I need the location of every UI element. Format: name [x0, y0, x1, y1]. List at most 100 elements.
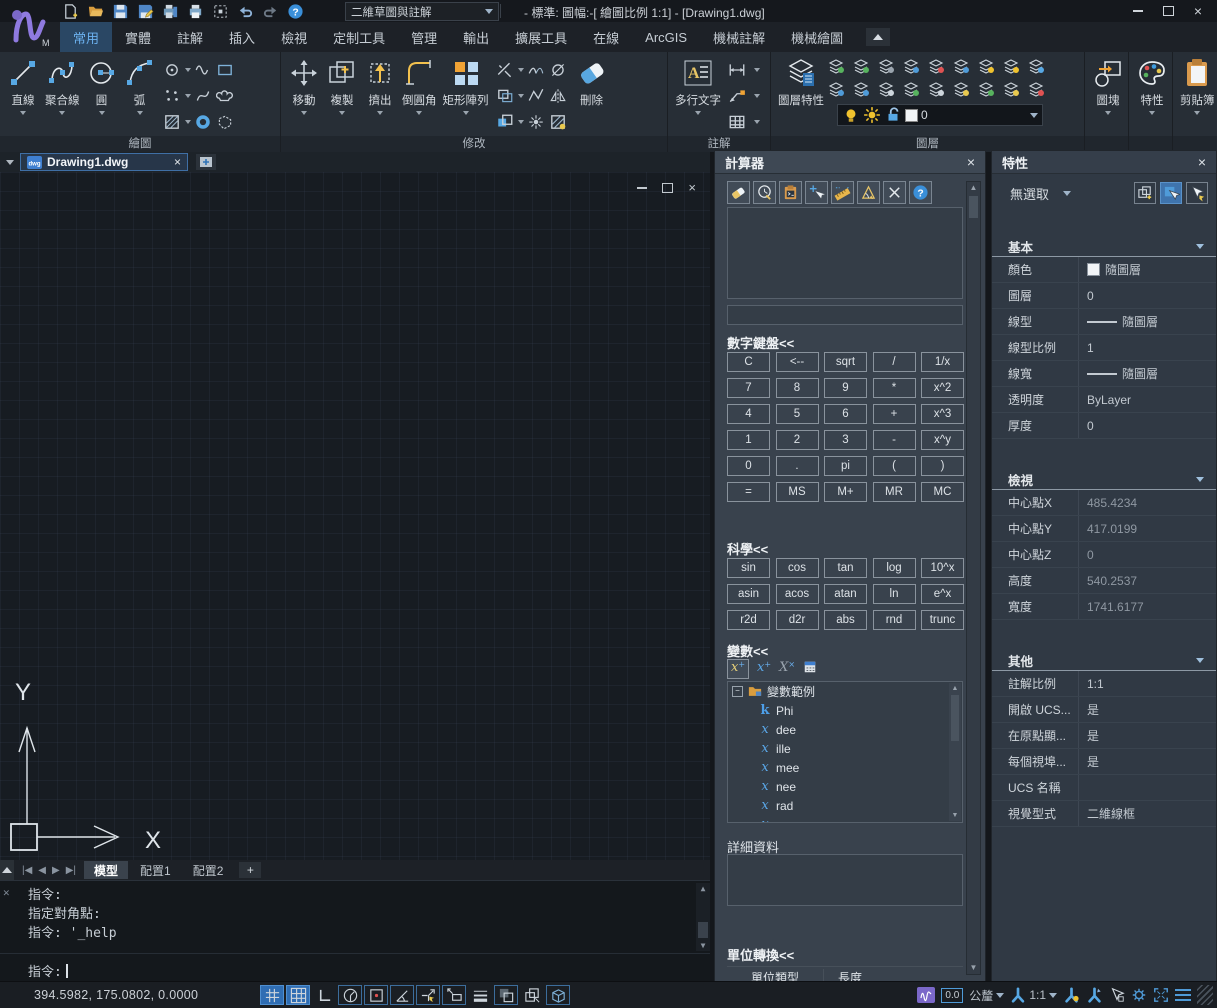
doc-minimize-icon[interactable] — [637, 187, 647, 189]
property-value[interactable]: 是 — [1078, 749, 1216, 774]
scientific-key[interactable]: 10^x — [921, 558, 964, 578]
numpad-key[interactable]: MR — [873, 482, 916, 502]
property-row[interactable]: 線型隨圖層 — [992, 309, 1216, 335]
app-logo-icon[interactable]: M — [6, 2, 54, 50]
distance-icon[interactable] — [831, 181, 854, 204]
annotation-autoscale-icon[interactable] — [1086, 987, 1103, 1003]
selection-cycling-icon[interactable] — [520, 985, 544, 1005]
stretch-button[interactable]: 擠出 — [361, 55, 399, 133]
property-row[interactable]: 寬度1741.6177 — [992, 594, 1216, 620]
scientific-key[interactable]: rnd — [873, 610, 916, 630]
revision-wave-icon[interactable] — [194, 61, 212, 79]
quick-properties-icon[interactable] — [1109, 987, 1125, 1003]
variables-header[interactable]: 變數<< — [727, 641, 768, 660]
help-icon[interactable]: ? — [287, 3, 304, 19]
numpad-key[interactable]: 7 — [727, 378, 770, 398]
variable-row[interactable]: xvee — [728, 815, 962, 823]
variable-row[interactable]: xmee — [728, 758, 962, 777]
section-header[interactable]: 檢視 — [992, 469, 1216, 490]
layer-tool-icon[interactable] — [1027, 57, 1045, 75]
chevron-down-icon[interactable] — [185, 68, 191, 72]
numpad-key[interactable]: 9 — [824, 378, 867, 398]
chevron-down-icon[interactable] — [518, 68, 524, 72]
block-button[interactable]: 圖塊 — [1089, 55, 1127, 133]
revcloud-icon[interactable] — [216, 87, 234, 105]
numpad-key[interactable]: 3 — [824, 430, 867, 450]
numpad-key[interactable]: . — [776, 456, 819, 476]
scientific-key[interactable]: acos — [776, 584, 819, 604]
fullscreen-icon[interactable] — [1153, 987, 1169, 1003]
numpad-key[interactable]: 0 — [727, 456, 770, 476]
rectangle-icon[interactable] — [216, 61, 234, 79]
property-row[interactable]: 視覺型式二維線框 — [992, 801, 1216, 827]
numpad-key[interactable]: + — [873, 404, 916, 424]
copy-button[interactable]: 複製 — [323, 55, 361, 133]
move-button[interactable]: 移動 — [285, 55, 323, 133]
annotation-visibility-icon[interactable] — [1063, 987, 1080, 1003]
leader-icon[interactable] — [728, 87, 746, 105]
property-value[interactable]: 隨圖層 — [1078, 361, 1216, 386]
section-header[interactable]: 基本 — [992, 236, 1216, 257]
erase-button[interactable]: 刪除 — [573, 55, 611, 133]
chevron-down-icon[interactable] — [754, 68, 760, 72]
delete-variable-icon[interactable]: X× — [779, 660, 795, 678]
layer-tool-icon[interactable] — [827, 80, 845, 98]
copy-nested-icon[interactable] — [496, 113, 514, 131]
line-button[interactable]: 直線 — [4, 55, 42, 133]
layout-nav[interactable]: |◀◀▶▶| — [22, 865, 76, 876]
workspace-selector[interactable]: 二維草圖與註解 — [345, 2, 499, 21]
print-icon[interactable] — [187, 3, 204, 19]
properties-button[interactable]: 特性 — [1133, 55, 1171, 133]
arc-button[interactable]: 弧 — [121, 55, 159, 133]
mtext-button[interactable]: A多行文字 — [672, 55, 724, 133]
history-icon[interactable] — [753, 181, 776, 204]
numpad-key[interactable]: pi — [824, 456, 867, 476]
collapse-ribbon-icon[interactable] — [866, 28, 890, 46]
table-icon[interactable] — [728, 113, 746, 131]
numpad-key[interactable]: MS — [776, 482, 819, 502]
trim-icon[interactable] — [496, 61, 514, 79]
property-row[interactable]: 每個視埠...是 — [992, 749, 1216, 775]
fillet-button[interactable]: 倒圓角 — [399, 55, 440, 133]
numpad-key[interactable]: sqrt — [824, 352, 867, 372]
delete-duplicate-icon[interactable] — [549, 61, 567, 79]
variable-folder-row[interactable]: −變數範例 — [728, 682, 962, 701]
scientific-key[interactable]: sin — [727, 558, 770, 578]
layer-dropdown[interactable]: 0 — [837, 104, 1043, 126]
new-layout-button[interactable]: + — [239, 862, 261, 878]
property-row[interactable]: 透明度ByLayer — [992, 387, 1216, 413]
layer-tool-icon[interactable] — [927, 57, 945, 75]
property-row[interactable]: 顏色隨圖層 — [992, 257, 1216, 283]
property-value[interactable]: 是 — [1078, 697, 1216, 722]
close-button[interactable]: × — [1183, 0, 1213, 22]
plot-preview-icon[interactable] — [162, 3, 179, 19]
close-properties-icon[interactable]: × — [1198, 154, 1206, 170]
property-row[interactable]: 線寬隨圖層 — [992, 361, 1216, 387]
numpad-key[interactable]: 4 — [727, 404, 770, 424]
ribbon-tab-7[interactable]: 輸出 — [450, 22, 502, 52]
property-value[interactable]: 0 — [1078, 283, 1216, 308]
pickadd-toggle-icon[interactable] — [1160, 182, 1182, 204]
numpad-key[interactable]: 2 — [776, 430, 819, 450]
maximize-button[interactable] — [1153, 0, 1183, 22]
scientific-key[interactable]: d2r — [776, 610, 819, 630]
calculator-history-box[interactable] — [727, 207, 963, 299]
osnap-3d-icon[interactable] — [546, 985, 570, 1005]
new-variable-icon[interactable]: x+ — [727, 659, 749, 679]
select-objects-icon[interactable] — [1186, 182, 1208, 204]
selection-box-icon[interactable] — [212, 3, 229, 19]
blend-icon[interactable] — [527, 61, 545, 79]
rectangle-edit-icon[interactable] — [496, 87, 514, 105]
angle-snap-icon[interactable] — [390, 985, 414, 1005]
variable-row[interactable]: xrad — [728, 796, 962, 815]
unit-selector[interactable]: 公釐 — [969, 987, 1004, 1004]
property-row[interactable]: 中心點Y417.0199 — [992, 516, 1216, 542]
section-header[interactable]: 其他 — [992, 650, 1216, 671]
property-row[interactable]: 圖層0 — [992, 283, 1216, 309]
layer-tool-icon[interactable] — [877, 80, 895, 98]
save-icon[interactable] — [112, 3, 129, 19]
ribbon-tab-8[interactable]: 擴展工具 — [502, 22, 580, 52]
precision-display[interactable]: 0.0 — [941, 988, 963, 1003]
wipeout-icon[interactable] — [216, 113, 234, 131]
variable-row[interactable]: xnee — [728, 777, 962, 796]
